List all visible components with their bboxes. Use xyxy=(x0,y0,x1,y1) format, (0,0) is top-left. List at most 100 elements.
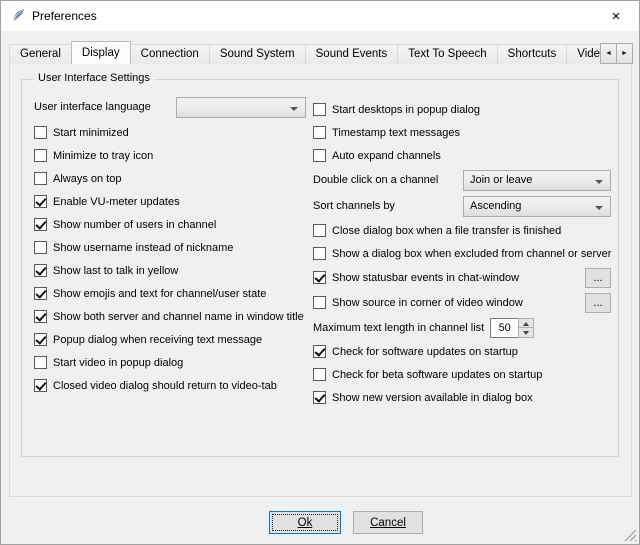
checkbox-show-user-count[interactable]: Show number of users in channel xyxy=(34,213,308,236)
resize-grip[interactable] xyxy=(624,529,637,542)
checkbox[interactable] xyxy=(313,247,326,260)
tab-text-to-speech[interactable]: Text To Speech xyxy=(397,44,497,64)
tab-connection[interactable]: Connection xyxy=(130,44,210,64)
checkbox[interactable] xyxy=(313,391,326,404)
checkbox-show-username[interactable]: Show username instead of nickname xyxy=(34,236,308,259)
checkbox[interactable] xyxy=(313,345,326,358)
checkbox-desktops-popup[interactable]: Start desktops in popup dialog xyxy=(313,98,611,121)
left-column: Start minimized Minimize to tray icon Al… xyxy=(34,121,308,397)
checkbox-label: Always on top xyxy=(53,173,121,185)
checkbox-close-on-file-transfer[interactable]: Close dialog box when a file transfer is… xyxy=(313,219,611,242)
app-icon xyxy=(10,8,26,24)
max-text-length-spinbox[interactable]: 50 xyxy=(490,318,534,338)
checkbox-label: Start minimized xyxy=(53,127,129,139)
checkbox-closed-video-return[interactable]: Closed video dialog should return to vid… xyxy=(34,374,308,397)
double-click-value: Join or leave xyxy=(470,174,532,186)
checkbox-label: Minimize to tray icon xyxy=(53,150,153,162)
tab-scroll-left-icon[interactable]: ◄ xyxy=(600,43,617,64)
checkbox[interactable] xyxy=(34,149,47,162)
checkbox-always-on-top[interactable]: Always on top xyxy=(34,167,308,190)
checkbox-start-minimized[interactable]: Start minimized xyxy=(34,121,308,144)
checkbox-vu-meter-updates[interactable]: Enable VU-meter updates xyxy=(34,190,308,213)
titlebar: Preferences ✕ xyxy=(1,1,639,31)
checkbox-new-version-dialog[interactable]: Show new version available in dialog box xyxy=(313,386,611,409)
checkbox-statusbar-events[interactable]: Show statusbar events in chat-window ... xyxy=(313,265,611,290)
checkbox-label: Enable VU-meter updates xyxy=(53,196,180,208)
checkbox-server-channel-in-title[interactable]: Show both server and channel name in win… xyxy=(34,305,308,328)
checkbox-label: Show both server and channel name in win… xyxy=(53,311,304,323)
right-column: Start desktops in popup dialog Timestamp… xyxy=(313,98,611,409)
checkbox[interactable] xyxy=(34,310,47,323)
language-label: User interface language xyxy=(34,101,151,113)
sort-channels-row: Sort channels by Ascending xyxy=(313,193,611,219)
checkbox-label: Show last to talk in yellow xyxy=(53,265,178,277)
statusbar-events-options-button[interactable]: ... xyxy=(585,268,611,288)
checkbox[interactable] xyxy=(34,287,47,300)
checkbox-dialog-when-excluded[interactable]: Show a dialog box when excluded from cha… xyxy=(313,242,611,265)
checkbox[interactable] xyxy=(313,149,326,162)
checkbox-label: Show number of users in channel xyxy=(53,219,216,231)
checkbox[interactable] xyxy=(34,264,47,277)
checkbox[interactable] xyxy=(313,368,326,381)
checkbox[interactable] xyxy=(34,195,47,208)
max-text-length-label: Maximum text length in channel list xyxy=(313,322,484,334)
checkbox[interactable] xyxy=(34,379,47,392)
max-text-length-row: Maximum text length in channel list 50 xyxy=(313,315,611,340)
spin-down-icon[interactable] xyxy=(518,327,534,338)
double-click-label: Double click on a channel xyxy=(313,174,438,186)
tab-scroll-right-icon[interactable]: ► xyxy=(616,43,633,64)
tab-bar: General Display Connection Sound System … xyxy=(9,41,633,64)
max-text-length-value[interactable]: 50 xyxy=(490,318,518,338)
checkbox-label: Closed video dialog should return to vid… xyxy=(53,380,277,392)
checkbox-label: Check for beta software updates on start… xyxy=(332,369,542,381)
tab-scroll-control: ◄ ► xyxy=(601,43,633,64)
group-title: User Interface Settings xyxy=(34,72,154,84)
ok-button[interactable]: Ok xyxy=(269,511,341,534)
video-source-options-button[interactable]: ... xyxy=(585,293,611,313)
tab-display[interactable]: Display xyxy=(71,41,131,64)
checkbox[interactable] xyxy=(34,218,47,231)
checkbox[interactable] xyxy=(313,271,326,284)
checkbox[interactable] xyxy=(34,126,47,139)
checkbox-popup-on-text-message[interactable]: Popup dialog when receiving text message xyxy=(34,328,308,351)
double-click-combobox[interactable]: Join or leave xyxy=(463,170,611,191)
checkbox-auto-expand-channels[interactable]: Auto expand channels xyxy=(313,144,611,167)
checkbox[interactable] xyxy=(34,356,47,369)
checkbox[interactable] xyxy=(34,241,47,254)
checkbox[interactable] xyxy=(313,103,326,116)
double-click-row: Double click on a channel Join or leave xyxy=(313,167,611,193)
checkbox-label: Show statusbar events in chat-window xyxy=(332,272,519,284)
checkbox-check-beta-updates[interactable]: Check for beta software updates on start… xyxy=(313,363,611,386)
sort-channels-value: Ascending xyxy=(470,200,521,212)
checkbox-label: Show username instead of nickname xyxy=(53,242,233,254)
checkbox[interactable] xyxy=(34,333,47,346)
tab-general[interactable]: General xyxy=(9,44,72,64)
language-combobox[interactable] xyxy=(176,97,306,118)
checkbox-label: Start desktops in popup dialog xyxy=(332,104,480,116)
checkbox-label: Auto expand channels xyxy=(332,150,441,162)
sort-channels-label: Sort channels by xyxy=(313,200,395,212)
tab-sound-system[interactable]: Sound System xyxy=(209,44,306,64)
checkbox-minimize-to-tray[interactable]: Minimize to tray icon xyxy=(34,144,308,167)
checkbox-last-to-talk-yellow[interactable]: Show last to talk in yellow xyxy=(34,259,308,282)
checkbox-label: Check for software updates on startup xyxy=(332,346,518,358)
checkbox-label: Show new version available in dialog box xyxy=(332,392,533,404)
checkbox-video-popup-dialog[interactable]: Start video in popup dialog xyxy=(34,351,308,374)
language-row: User interface language xyxy=(34,96,306,118)
checkbox-emojis-and-text[interactable]: Show emojis and text for channel/user st… xyxy=(34,282,308,305)
close-button[interactable]: ✕ xyxy=(593,1,639,31)
checkbox-video-source-corner[interactable]: Show source in corner of video window ..… xyxy=(313,290,611,315)
sort-channels-combobox[interactable]: Ascending xyxy=(463,196,611,217)
tab-sound-events[interactable]: Sound Events xyxy=(305,44,399,64)
checkbox-label: Popup dialog when receiving text message xyxy=(53,334,262,346)
checkbox-label: Start video in popup dialog xyxy=(53,357,183,369)
checkbox[interactable] xyxy=(313,224,326,237)
checkbox[interactable] xyxy=(313,126,326,139)
checkbox[interactable] xyxy=(313,296,326,309)
checkbox[interactable] xyxy=(34,172,47,185)
checkbox-timestamp-messages[interactable]: Timestamp text messages xyxy=(313,121,611,144)
tab-shortcuts[interactable]: Shortcuts xyxy=(497,44,568,64)
cancel-button[interactable]: Cancel xyxy=(353,511,423,534)
checkbox-label: Show emojis and text for channel/user st… xyxy=(53,288,266,300)
checkbox-check-updates[interactable]: Check for software updates on startup xyxy=(313,340,611,363)
